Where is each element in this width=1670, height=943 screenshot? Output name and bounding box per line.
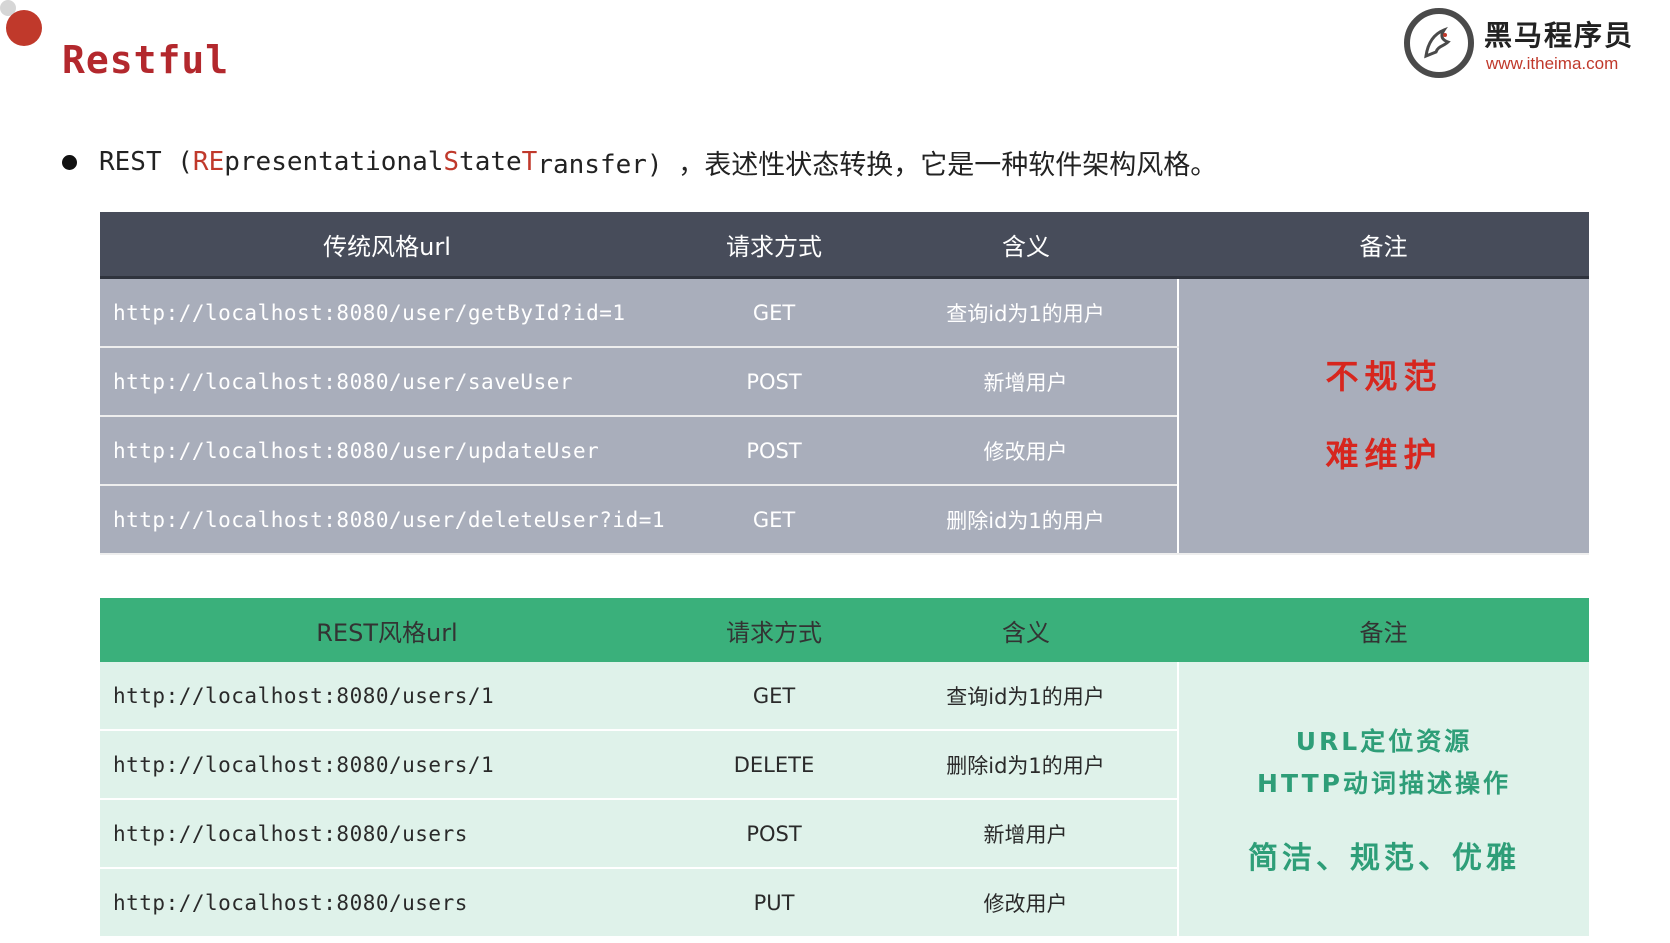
column-header-meaning: 含义 <box>874 212 1178 279</box>
url-cell: http://localhost:8080/user/updateUser <box>100 416 674 486</box>
rest-url-table: REST风格url 请求方式 含义 备注 http://localhost:80… <box>100 598 1589 938</box>
url-cell: http://localhost:8080/users/1 <box>100 662 674 731</box>
method-cell: POST <box>674 416 874 486</box>
column-header-url: 传统风格url <box>100 212 674 279</box>
method-cell: GET <box>674 485 874 555</box>
url-cell: http://localhost:8080/users <box>100 868 674 938</box>
method-cell: POST <box>674 799 874 869</box>
intro-highlight: RE <box>192 147 225 177</box>
intro-text-part: presentational <box>224 147 444 177</box>
column-header-method: 请求方式 <box>674 598 874 662</box>
intro-highlight: S <box>443 147 460 177</box>
note-line: HTTP动词描述操作 <box>1257 769 1511 798</box>
slide-decoration-dot-red <box>6 10 42 46</box>
method-cell: GET <box>674 662 874 731</box>
method-cell: PUT <box>674 868 874 938</box>
note-line: URL定位资源 <box>1295 727 1473 756</box>
table-header-row: REST风格url 请求方式 含义 备注 <box>100 598 1589 662</box>
url-cell: http://localhost:8080/user/deleteUser?id… <box>100 485 674 555</box>
traditional-url-table: 传统风格url 请求方式 含义 备注 http://localhost:8080… <box>100 212 1589 555</box>
column-header-meaning: 含义 <box>874 598 1178 662</box>
meaning-cell: 删除id为1的用户 <box>874 730 1178 800</box>
intro-highlight: T <box>521 147 538 177</box>
meaning-cell: 修改用户 <box>874 868 1178 938</box>
note-cell: 不规范 难维护 <box>1177 277 1589 555</box>
meaning-cell: 查询id为1的用户 <box>874 277 1178 348</box>
horse-logo-icon <box>1404 8 1474 78</box>
note-line: 简洁、规范、优雅 <box>1248 841 1520 876</box>
logo-brand-name: 黑马程序员 <box>1484 19 1635 52</box>
meaning-cell: 新增用户 <box>874 799 1178 869</box>
table-row: http://localhost:8080/users/1 GET 查询id为1… <box>100 662 1589 938</box>
url-cell: http://localhost:8080/user/saveUser <box>100 347 674 417</box>
column-header-url: REST风格url <box>100 598 674 662</box>
url-cell: http://localhost:8080/users <box>100 799 674 869</box>
logo-website: www.itheima.com <box>1486 54 1619 73</box>
bullet-icon <box>62 154 77 170</box>
column-header-note: 备注 <box>1178 598 1589 662</box>
meaning-cell: 查询id为1的用户 <box>874 662 1178 731</box>
column-header-method: 请求方式 <box>674 212 874 279</box>
note-line: 不规范 <box>1325 357 1443 396</box>
intro-chinese-text: 表述性状态转换，它是一种软件架构风格。 <box>704 149 1218 181</box>
meaning-cell: 修改用户 <box>874 416 1178 486</box>
page-title: Restful <box>62 38 230 82</box>
intro-text-part: tate <box>459 147 522 177</box>
intro-text-part: ransfer) ， <box>537 149 705 180</box>
table-header-row: 传统风格url 请求方式 含义 备注 <box>100 212 1589 279</box>
method-cell: DELETE <box>674 730 874 800</box>
note-cell: URL定位资源 HTTP动词描述操作 简洁、规范、优雅 <box>1177 662 1589 938</box>
column-header-note: 备注 <box>1178 212 1589 279</box>
note-line: 难维护 <box>1325 435 1443 474</box>
brand-logo: 黑马程序员 www.itheima.com <box>1404 8 1650 80</box>
method-cell: POST <box>674 347 874 417</box>
method-cell: GET <box>674 277 874 348</box>
meaning-cell: 删除id为1的用户 <box>874 485 1178 555</box>
url-cell: http://localhost:8080/users/1 <box>100 730 674 800</box>
rest-definition: REST (RE presentational State Transfer) ，… <box>62 142 1217 182</box>
url-cell: http://localhost:8080/user/getById?id=1 <box>100 277 674 348</box>
intro-text-part: REST ( <box>99 147 193 177</box>
table-row: http://localhost:8080/user/getById?id=1 … <box>100 277 1589 555</box>
meaning-cell: 新增用户 <box>874 347 1178 417</box>
